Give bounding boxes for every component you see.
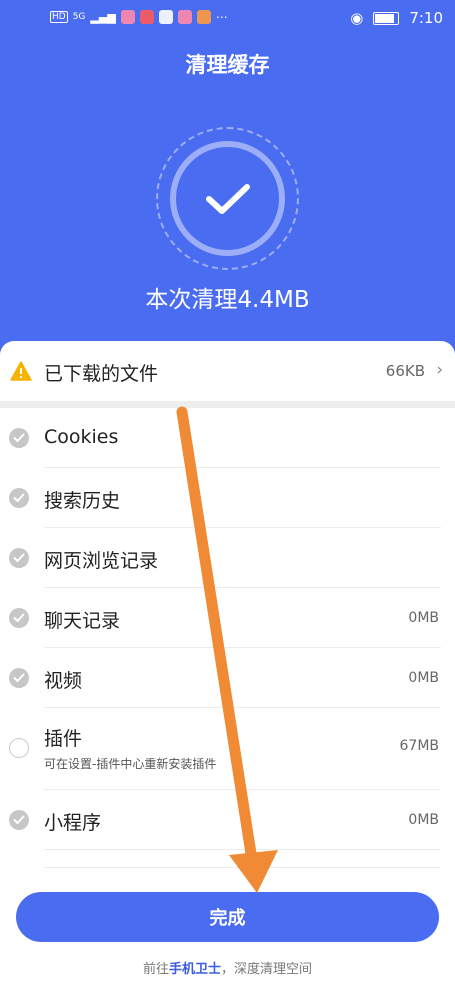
- item-label: Cookies: [44, 426, 119, 448]
- unchecked-icon[interactable]: [9, 738, 29, 758]
- item-size: 0MB: [408, 610, 439, 626]
- row-divider: [44, 867, 441, 868]
- item-label: 小程序: [44, 812, 102, 834]
- cleanup-summary: 本次清理4.4MB: [145, 287, 310, 313]
- chevron-right-icon: ›: [436, 360, 443, 380]
- done-button[interactable]: 完成: [16, 892, 439, 942]
- warning-icon: [10, 361, 32, 381]
- checkmark-icon: [205, 183, 250, 214]
- battery-icon: [373, 11, 400, 25]
- wechat-icon: [158, 10, 173, 24]
- item-label: 搜索历史: [44, 490, 121, 512]
- page-title: 清理缓存: [185, 53, 270, 77]
- downloaded-files-size: 66KB: [385, 362, 425, 380]
- eye-icon: ◉: [350, 9, 364, 27]
- list-item[interactable]: 搜索历史: [0, 468, 455, 528]
- app-icon: [120, 10, 135, 24]
- checked-icon[interactable]: [9, 608, 29, 628]
- signal-icon: ▂▄▆: [90, 10, 116, 24]
- item-subtitle: 可在设置-插件中心重新安装插件: [44, 757, 217, 771]
- network-indicator: 5G: [72, 12, 86, 22]
- more-icon: ⋯: [215, 10, 228, 24]
- checked-icon[interactable]: [9, 548, 29, 568]
- hd-indicator: HD: [50, 11, 68, 23]
- item-label: 插件: [44, 728, 83, 750]
- checked-icon[interactable]: [9, 668, 29, 688]
- list-item[interactable]: 资讯0MB: [0, 850, 455, 868]
- list-item[interactable]: 网页浏览记录: [0, 528, 455, 588]
- footer-prefix: 前往: [142, 962, 169, 977]
- item-size: 67MB: [399, 738, 440, 754]
- list-item[interactable]: 视频 0MB: [0, 648, 455, 708]
- item-size: 0MB: [408, 670, 439, 686]
- app-icon: [139, 10, 154, 24]
- phone-guard-link[interactable]: 手机卫士: [169, 962, 221, 977]
- status-bar: HD 5G ▂▄▆ ⋯ ◉ 7:10: [0, 0, 455, 38]
- footer-hint: 前往手机卫士，深度清理空间: [0, 958, 455, 977]
- app-icon: [196, 10, 211, 24]
- section-divider: [0, 401, 455, 408]
- success-badge: [170, 141, 285, 256]
- item-size: 0MB: [408, 812, 439, 828]
- app-icon: [177, 10, 192, 24]
- item-label: 聊天记录: [44, 610, 121, 632]
- list-item[interactable]: 小程序 0MB: [0, 790, 455, 850]
- list-item[interactable]: 聊天记录 0MB: [0, 588, 455, 648]
- list-item[interactable]: 插件可在设置-插件中心重新安装插件 67MB: [0, 708, 455, 790]
- checked-icon[interactable]: [9, 488, 29, 508]
- item-label: 网页浏览记录: [44, 550, 159, 572]
- checked-icon[interactable]: [9, 810, 29, 830]
- clock: 7:10: [409, 9, 443, 27]
- checked-icon[interactable]: [9, 428, 29, 448]
- downloaded-files-row[interactable]: 已下载的文件 66KB ›: [0, 341, 455, 401]
- item-label: 视频: [44, 670, 83, 692]
- list-item[interactable]: Cookies: [0, 408, 455, 468]
- footer-suffix: ，深度清理空间: [221, 962, 313, 977]
- downloaded-files-label: 已下载的文件: [44, 363, 159, 385]
